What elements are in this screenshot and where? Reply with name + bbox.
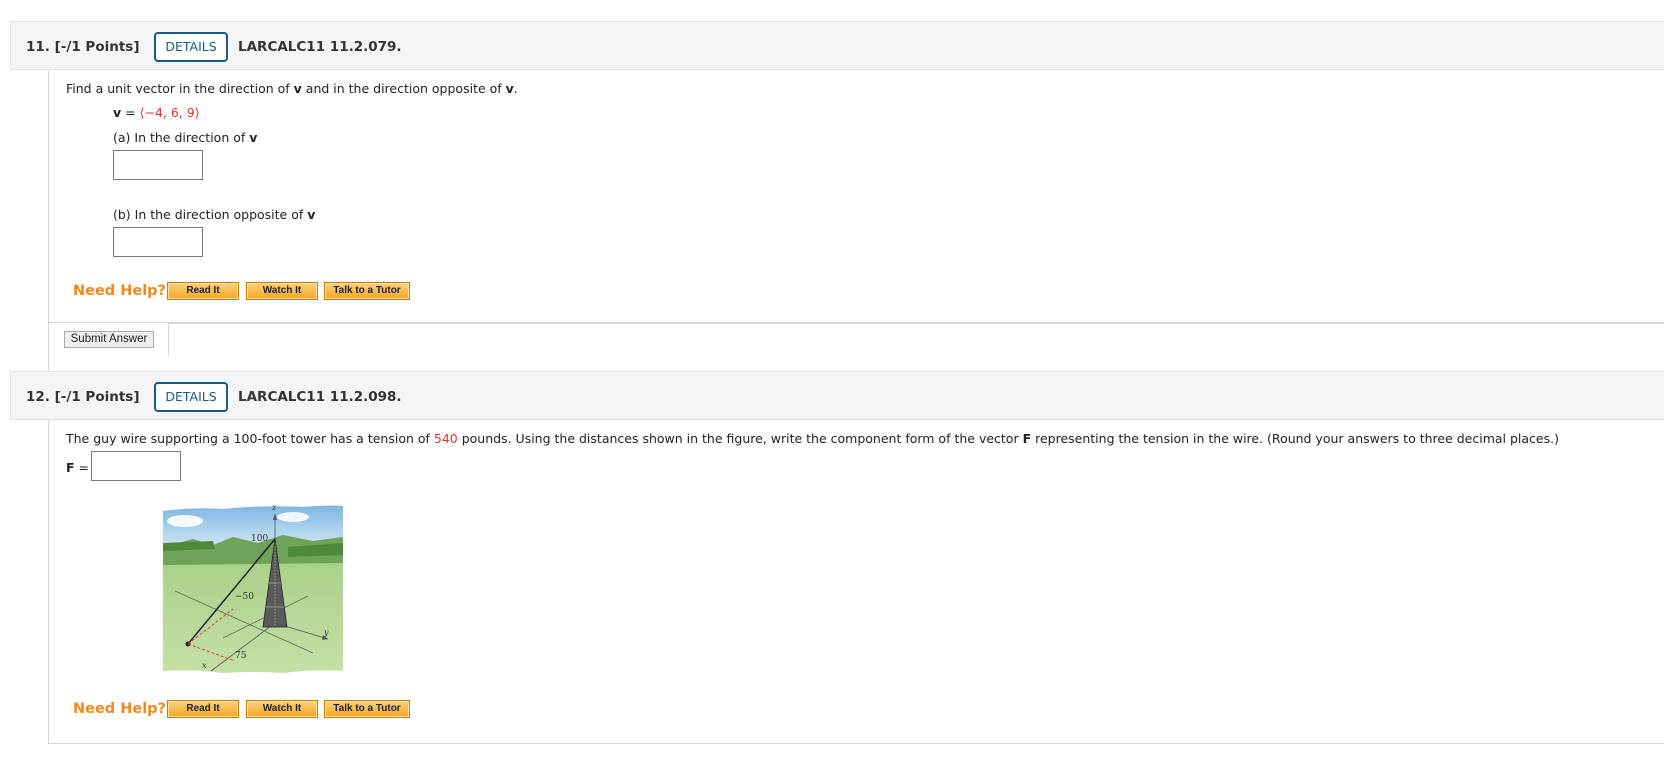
label-y: y — [323, 628, 329, 637]
question-11-code: LARCALC11 11.2.079. — [238, 39, 402, 55]
question-12-prompt: The guy wire supporting a 100-foot tower… — [66, 431, 1559, 446]
part-a-answer-input[interactable] — [113, 150, 203, 180]
tower-figure: z 100 −50 75 y x — [163, 503, 343, 673]
submit-area-border — [48, 323, 49, 371]
question-12-watch-it-button[interactable]: Watch It — [246, 700, 318, 718]
question-11-header: 11. [-/1 Points] DETAILS LARCALC11 11.2.… — [10, 21, 1664, 70]
label-75: 75 — [235, 651, 247, 661]
submit-area: Submit Answer — [48, 323, 1664, 371]
label-x: x — [202, 661, 207, 670]
question-11-vector: v = ⟨−4, 6, 9⟩ — [113, 105, 200, 120]
question-11-prompt: Find a unit vector in the direction of v… — [66, 81, 518, 96]
question-12-talk-to-tutor-button[interactable]: Talk to a Tutor — [324, 700, 410, 718]
question-11-need-help: Need Help? — [73, 283, 166, 299]
question-12-need-help: Need Help? — [73, 701, 166, 717]
part-b-answer-input[interactable] — [113, 227, 203, 257]
question-11-details-button[interactable]: DETAILS — [154, 32, 228, 62]
question-12-read-it-button[interactable]: Read It — [167, 700, 239, 718]
question-12-header: 12. [-/1 Points] DETAILS LARCALC11 11.2.… — [10, 371, 1664, 420]
label-100: 100 — [251, 534, 268, 544]
cloud-icon — [167, 515, 203, 527]
question-11-body: Find a unit vector in the direction of v… — [48, 70, 1664, 323]
question-11-read-it-button[interactable]: Read It — [167, 282, 239, 300]
question-11-watch-it-button[interactable]: Watch It — [246, 282, 318, 300]
label-neg50: −50 — [235, 592, 254, 602]
f-answer-label: F = — [66, 460, 89, 475]
question-12-code: LARCALC11 11.2.098. — [238, 389, 402, 405]
submit-area-top-border — [168, 323, 1664, 324]
question-12-number: 12. [-/1 Points] — [26, 389, 140, 405]
question-11-number: 11. [-/1 Points] — [26, 39, 140, 55]
submit-area-divider — [168, 323, 169, 356]
label-z: z — [271, 503, 277, 512]
part-b-label: (b) In the direction opposite of v — [113, 207, 316, 222]
cloud-icon — [277, 512, 309, 522]
part-a-label: (a) In the direction of v — [113, 130, 258, 145]
question-11-talk-to-tutor-button[interactable]: Talk to a Tutor — [324, 282, 410, 300]
f-answer-input[interactable] — [91, 451, 181, 481]
submit-answer-button[interactable]: Submit Answer — [64, 331, 154, 348]
question-12-details-button[interactable]: DETAILS — [154, 382, 228, 412]
